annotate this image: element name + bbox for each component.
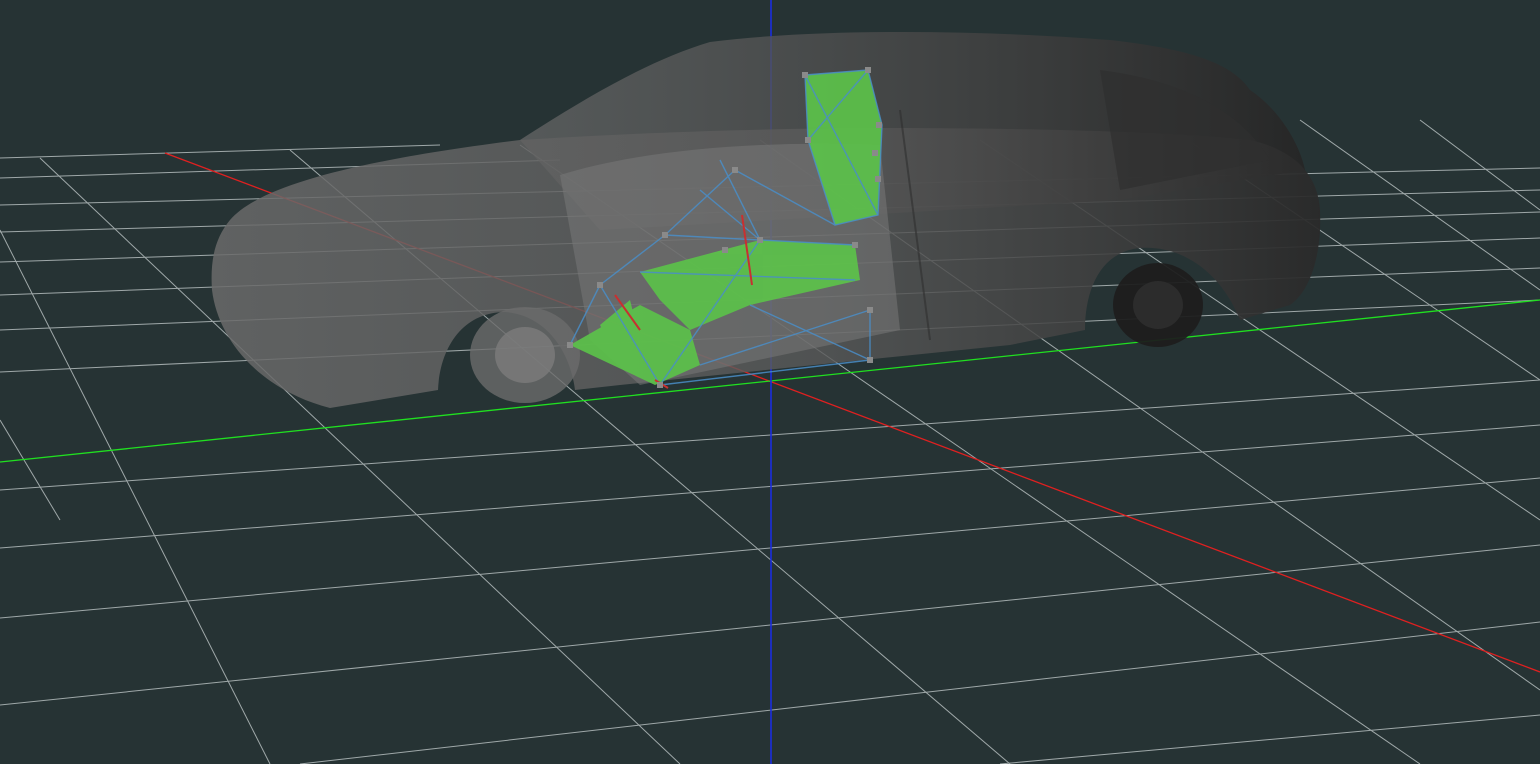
rear-wheel bbox=[1113, 263, 1203, 347]
scene-canvas[interactable] bbox=[0, 0, 1540, 764]
mesh-node[interactable] bbox=[867, 357, 873, 363]
mesh-node[interactable] bbox=[662, 232, 668, 238]
vehicle-model[interactable] bbox=[211, 32, 1321, 408]
mesh-node[interactable] bbox=[567, 342, 573, 348]
mesh-node[interactable] bbox=[802, 72, 808, 78]
mesh-node[interactable] bbox=[876, 122, 882, 128]
mesh-node[interactable] bbox=[597, 282, 603, 288]
mesh-node[interactable] bbox=[722, 247, 728, 253]
3d-viewport[interactable] bbox=[0, 0, 1540, 764]
mesh-node[interactable] bbox=[852, 242, 858, 248]
front-wheel bbox=[470, 307, 580, 403]
mesh-node[interactable] bbox=[757, 237, 763, 243]
mesh-node[interactable] bbox=[872, 150, 878, 156]
mesh-node[interactable] bbox=[875, 176, 881, 182]
mesh-node[interactable] bbox=[805, 137, 811, 143]
mesh-node[interactable] bbox=[732, 167, 738, 173]
mesh-node[interactable] bbox=[867, 307, 873, 313]
mesh-node[interactable] bbox=[865, 67, 871, 73]
mesh-node[interactable] bbox=[657, 382, 663, 388]
